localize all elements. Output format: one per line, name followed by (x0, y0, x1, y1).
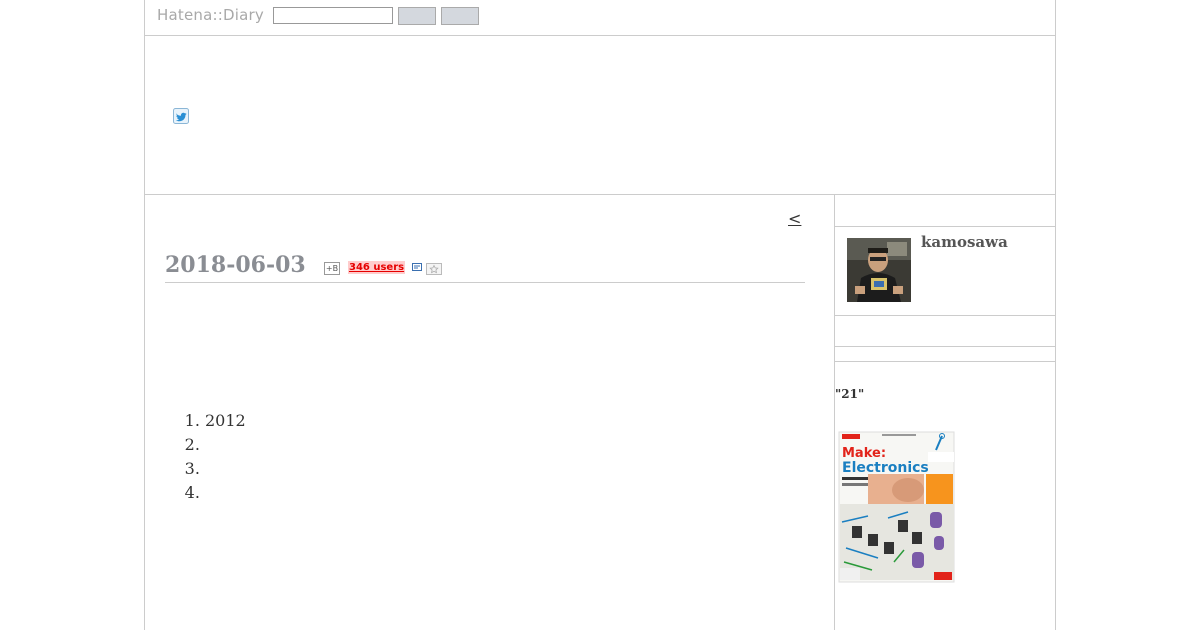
bookmark-users-count[interactable]: 346 users (348, 261, 406, 274)
sidebar-section-title: "21" (835, 387, 865, 401)
hatena-bookmark-add-icon[interactable]: +B (324, 262, 340, 275)
sidebar: kamosawa "21" Make: Electronics (835, 195, 1055, 630)
sidebar-divider (835, 346, 1055, 347)
diary-banner (145, 36, 1055, 195)
comment-icon[interactable] (412, 263, 422, 271)
list-item (205, 433, 246, 457)
sidebar-divider (835, 315, 1055, 316)
search-input[interactable] (273, 7, 393, 24)
page-frame: Hatena::Diary < 2018-06-03 +B 346 users (144, 0, 1056, 630)
twitter-icon[interactable] (173, 108, 189, 124)
book-title-line2: Electronics (842, 460, 929, 476)
add-star-icon[interactable] (426, 263, 442, 275)
search-button[interactable] (398, 7, 436, 25)
main-column: < 2018-06-03 +B 346 users 2012 (145, 195, 835, 630)
entry-list: 2012 (180, 409, 246, 505)
sidebar-divider (835, 226, 1055, 227)
list-item: 2012 (205, 409, 246, 433)
entry-date[interactable]: 2018-06-03 (165, 252, 306, 278)
previous-day-link[interactable]: < (788, 209, 801, 228)
day-header: 2018-06-03 +B 346 users (165, 251, 805, 283)
top-bar: Hatena::Diary (145, 0, 1055, 36)
book-cover-image[interactable]: Make: Electronics (838, 430, 955, 583)
header-secondary-button[interactable] (441, 7, 479, 25)
sidebar-divider (835, 361, 1055, 362)
profile-username[interactable]: kamosawa (921, 233, 1008, 251)
list-item (205, 481, 246, 505)
book-title-line1: Make: (842, 446, 886, 461)
hatena-diary-logo[interactable]: Hatena::Diary (157, 6, 264, 24)
avatar[interactable] (847, 238, 911, 302)
list-item (205, 457, 246, 481)
